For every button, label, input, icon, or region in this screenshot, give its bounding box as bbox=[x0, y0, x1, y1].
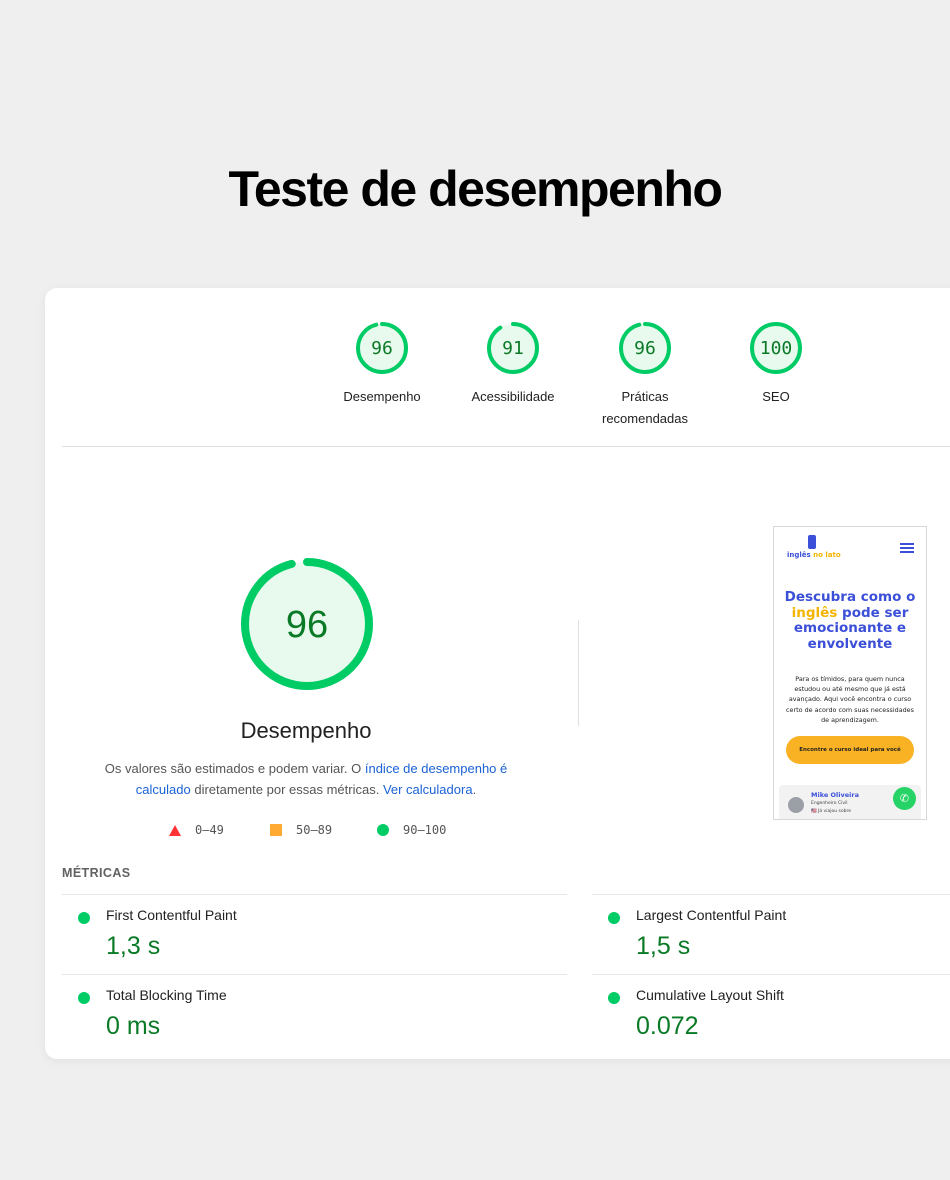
gauge-ring: 96 bbox=[356, 322, 408, 374]
performance-description: Os valores são estimados e podem variar.… bbox=[95, 758, 517, 800]
vertical-divider bbox=[578, 620, 579, 726]
gauge-label: Acessibilidade bbox=[471, 389, 555, 404]
gauge-ring: 100 bbox=[750, 322, 802, 374]
calculator-link[interactable]: Ver calculadora bbox=[383, 782, 473, 797]
metric-value: 1,3 s bbox=[106, 932, 161, 960]
metric-name: First Contentful Paint bbox=[106, 907, 237, 923]
legend-pass-label: 90–100 bbox=[403, 823, 447, 837]
metric-divider bbox=[62, 894, 567, 895]
lighthouse-report-card: 96 Desempenho 91 Acessibilidade 96 Práti… bbox=[45, 288, 950, 1059]
headline-text: Descubra como o bbox=[784, 589, 916, 605]
metric-tbt: Total Blocking Time 0 ms bbox=[78, 987, 548, 1047]
performance-gauge: 96 bbox=[239, 556, 375, 697]
gauge-score: 91 bbox=[502, 338, 524, 359]
metric-fcp: First Contentful Paint 1,3 s bbox=[78, 907, 548, 967]
avatar bbox=[788, 797, 804, 813]
headline-highlight: inglês bbox=[791, 604, 838, 621]
metric-value: 1,5 s bbox=[636, 932, 691, 960]
hamburger-menu-icon bbox=[900, 543, 914, 555]
performance-gauge-ring: 96 bbox=[241, 558, 373, 690]
gauge-score: 96 bbox=[371, 338, 393, 359]
gauge-acessibilidade[interactable]: 91 Acessibilidade bbox=[458, 320, 568, 408]
legend-fail: 0–49 bbox=[169, 823, 224, 837]
pass-circle-icon bbox=[608, 992, 620, 1004]
gauge-score: 96 bbox=[634, 338, 656, 359]
gauge-label: SEO bbox=[762, 389, 790, 404]
logo-text: inglês no lato bbox=[787, 551, 841, 559]
performance-label: Desempenho bbox=[240, 718, 372, 743]
preview-cta-button: Encontre o curso ideal para você bbox=[786, 736, 914, 764]
metrics-title: MÉTRICAS bbox=[62, 866, 131, 880]
metric-name: Total Blocking Time bbox=[106, 987, 227, 1003]
metric-lcp: Largest Contentful Paint 1,5 s bbox=[608, 907, 950, 967]
metric-divider bbox=[592, 894, 950, 895]
gauge-desempenho[interactable]: 96 Desempenho bbox=[327, 320, 437, 408]
legend-pass: 90–100 bbox=[377, 823, 446, 837]
testimonial-name: Mike Oliveira bbox=[811, 791, 859, 799]
logo-text-part: no lato bbox=[813, 551, 841, 559]
testimonial-extra: 🇺🇸 Já viajou sobre bbox=[811, 809, 851, 814]
legend-average: 50–89 bbox=[270, 823, 332, 837]
gauge-label: Práticas recomendadas bbox=[602, 389, 688, 426]
metric-divider bbox=[592, 974, 950, 975]
legend-fail-label: 0–49 bbox=[195, 823, 224, 837]
description-text: diretamente por essas métricas. bbox=[190, 782, 383, 797]
logo-icon bbox=[808, 535, 816, 549]
preview-headline: Descubra como o inglês pode ser emociona… bbox=[780, 589, 920, 652]
metric-value: 0 ms bbox=[106, 1012, 161, 1040]
testimonial-role: Engenheiro Civil bbox=[811, 801, 848, 806]
circle-icon bbox=[377, 824, 389, 836]
pass-circle-icon bbox=[608, 912, 620, 924]
section-divider bbox=[62, 446, 950, 447]
performance-score: 96 bbox=[286, 604, 328, 646]
logo-text-part: inglês bbox=[787, 551, 814, 559]
pass-circle-icon bbox=[78, 912, 90, 924]
metric-name: Cumulative Layout Shift bbox=[636, 987, 784, 1003]
description-text: Os valores são estimados e podem variar.… bbox=[104, 761, 365, 776]
gauge-ring: 96 bbox=[619, 322, 671, 374]
preview-subtext: Para os tímidos, para quem nunca estudou… bbox=[786, 675, 914, 724]
gauge-praticas-recomendadas[interactable]: 96 Práticas recomendadas bbox=[590, 320, 700, 430]
metric-cls: Cumulative Layout Shift 0.072 bbox=[608, 987, 950, 1047]
gauge-score: 100 bbox=[760, 338, 793, 359]
pass-circle-icon bbox=[78, 992, 90, 1004]
page-screenshot-preview[interactable]: inglês no lato Descubra como o inglês po… bbox=[773, 526, 927, 820]
gauge-ring: 91 bbox=[487, 322, 539, 374]
gauge-label: Desempenho bbox=[343, 389, 421, 404]
description-text: . bbox=[472, 782, 477, 797]
metric-name: Largest Contentful Paint bbox=[636, 907, 787, 923]
score-legend: 0–49 50–89 90–100 bbox=[45, 823, 567, 843]
legend-average-label: 50–89 bbox=[296, 823, 333, 837]
gauge-seo[interactable]: 100 SEO bbox=[721, 320, 831, 408]
metric-value: 0.072 bbox=[636, 1012, 699, 1040]
page-title: Teste de desempenho bbox=[228, 161, 723, 217]
metric-divider bbox=[62, 974, 567, 975]
square-icon bbox=[270, 824, 282, 836]
whatsapp-icon: ✆ bbox=[893, 787, 916, 810]
triangle-icon bbox=[169, 824, 181, 836]
